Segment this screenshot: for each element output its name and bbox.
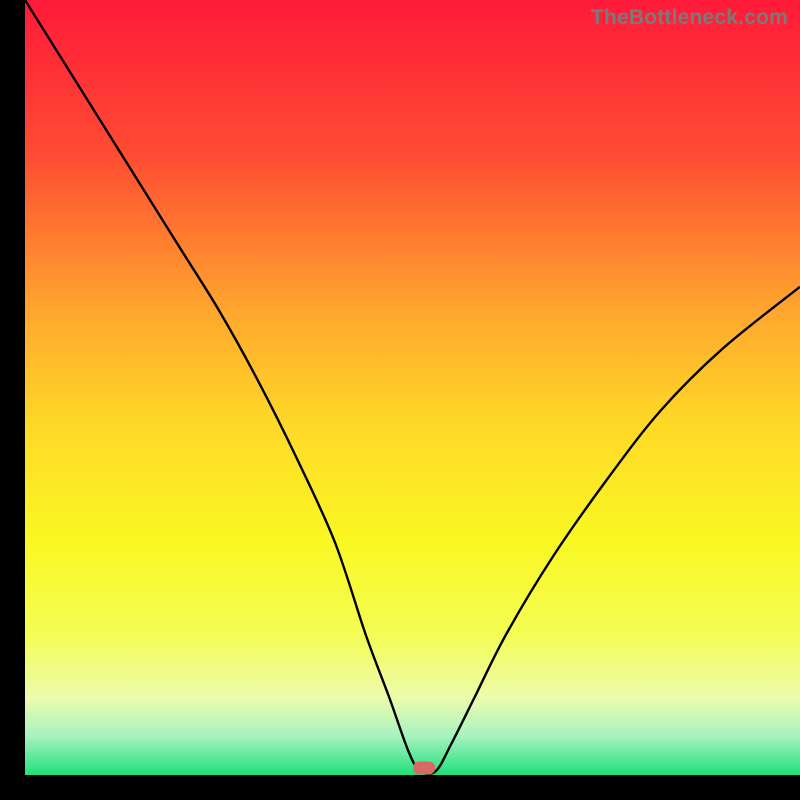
bottleneck-chart (0, 0, 800, 800)
optimal-marker (413, 762, 435, 775)
gradient-background (25, 0, 800, 775)
watermark-label: TheBottleneck.com (591, 6, 788, 30)
chart-container: TheBottleneck.com (0, 0, 800, 800)
